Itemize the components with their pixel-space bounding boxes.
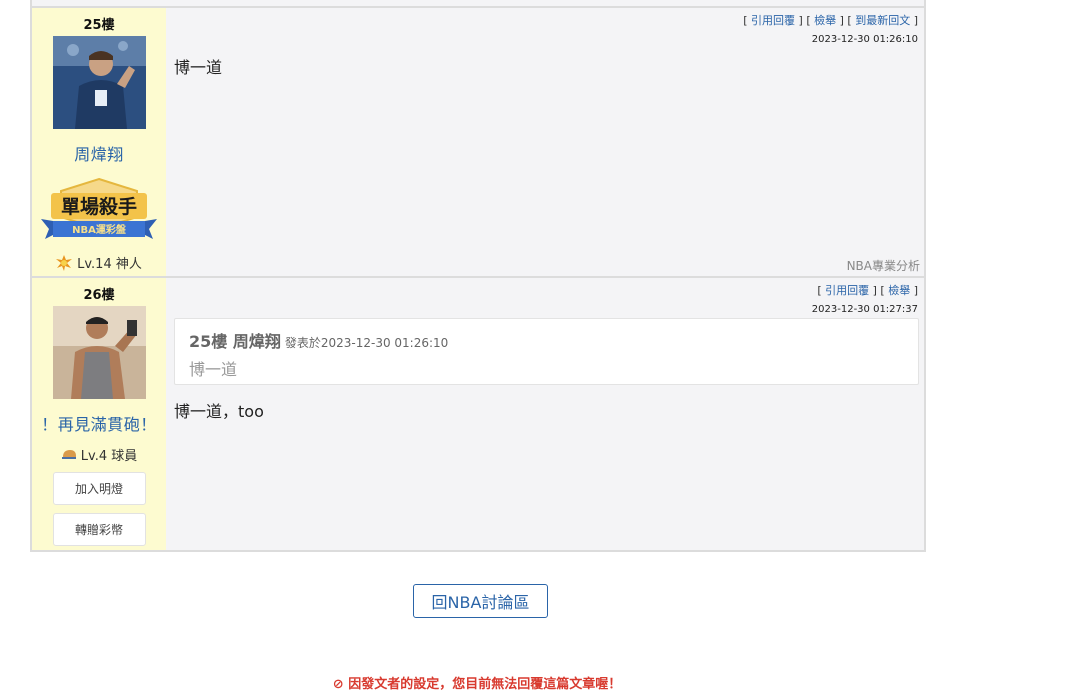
- gift-coins-button[interactable]: 轉贈彩幣: [52, 513, 146, 546]
- report-link[interactable]: 檢舉: [888, 284, 910, 297]
- quote-author: 25樓 周煒翔: [189, 332, 281, 351]
- thread-container: 25樓 周煒翔 單場殺手 NBA運彩盤 Lv.14 神人 [引用回覆] […: [30, 0, 926, 552]
- quote-reply-link[interactable]: 引用回覆: [825, 284, 869, 297]
- post-body: 博一道: [174, 58, 223, 77]
- quote-header: 25樓 周煒翔 發表於2023-12-30 01:26:10: [189, 328, 904, 352]
- post-floor-25: 25樓 周煒翔 單場殺手 NBA運彩盤 Lv.14 神人 [引用回覆] […: [32, 6, 924, 276]
- signature: NBA專業分析: [846, 259, 920, 273]
- burst-icon: [56, 254, 73, 271]
- author-panel: 26樓 ！再見滿貫砲！ Lv.4 球員 加入明燈 轉贈彩幣: [32, 278, 166, 550]
- quote-reply-link[interactable]: 引用回覆: [751, 14, 795, 27]
- floor-number: 25樓: [83, 18, 115, 33]
- cap-icon: [61, 449, 76, 459]
- reply-disabled-notice: ⊘ 因發文者的設定，您目前無法回覆這篇文章喔！: [332, 677, 622, 692]
- badge-image: 單場殺手 NBA運彩盤: [41, 177, 157, 251]
- post-body: 博一道，too: [174, 402, 264, 421]
- latest-reply-link[interactable]: 到最新回文: [855, 14, 910, 27]
- post-content: [ 引用回覆 ] [ 檢舉 ] [ 到最新回文 ] 2023-12-30 01:…: [166, 8, 924, 276]
- bracket: ]: [910, 284, 918, 297]
- post-floor-26: 26樓 ！再見滿貫砲！ Lv.4 球員 加入明燈 轉贈彩幣 [引用回覆] […: [32, 276, 924, 550]
- svg-text:單場殺手: 單場殺手: [61, 195, 137, 218]
- author-panel: 25樓 周煒翔 單場殺手 NBA運彩盤 Lv.14 神人: [32, 8, 166, 276]
- svg-text:NBA運彩盤: NBA運彩盤: [72, 223, 127, 236]
- avatar[interactable]: [52, 306, 146, 399]
- user-level: Lv.14 神人: [32, 253, 166, 272]
- separator: ] [: [836, 14, 856, 27]
- post-timestamp: 2023-12-30 01:26:10: [811, 34, 918, 45]
- post-actions: [ 引用回覆 ] [ 檢舉 ]: [817, 282, 918, 298]
- separator: ] [: [795, 14, 815, 27]
- username[interactable]: ！再見滿貫砲！: [41, 411, 157, 435]
- bracket: [: [817, 284, 826, 297]
- floor-number: 26樓: [83, 288, 115, 303]
- back-to-forum-button[interactable]: 回NBA討論區: [413, 584, 548, 618]
- quoted-post: 25樓 周煒翔 發表於2023-12-30 01:26:10 博一道: [174, 318, 919, 385]
- quote-text: 博一道: [189, 360, 238, 379]
- post-content: [ 引用回覆 ] [ 檢舉 ] 2023-12-30 01:27:37 25樓 …: [166, 278, 924, 550]
- bracket: [: [743, 14, 752, 27]
- post-actions: [ 引用回覆 ] [ 檢舉 ] [ 到最新回文 ]: [743, 12, 918, 28]
- avatar[interactable]: [52, 36, 146, 129]
- level-label: Lv.14 神人: [77, 257, 142, 272]
- separator: ] [: [869, 284, 889, 297]
- level-label: Lv.4 球員: [80, 449, 138, 464]
- post-timestamp: 2023-12-30 01:27:37: [811, 304, 918, 315]
- username[interactable]: 周煒翔: [74, 141, 124, 165]
- follow-button[interactable]: 加入明燈: [52, 472, 146, 505]
- bracket: ]: [910, 14, 918, 27]
- quote-date: 發表於2023-12-30 01:26:10: [284, 336, 449, 350]
- user-level: Lv.4 球員: [61, 445, 137, 464]
- report-link[interactable]: 檢舉: [814, 14, 836, 27]
